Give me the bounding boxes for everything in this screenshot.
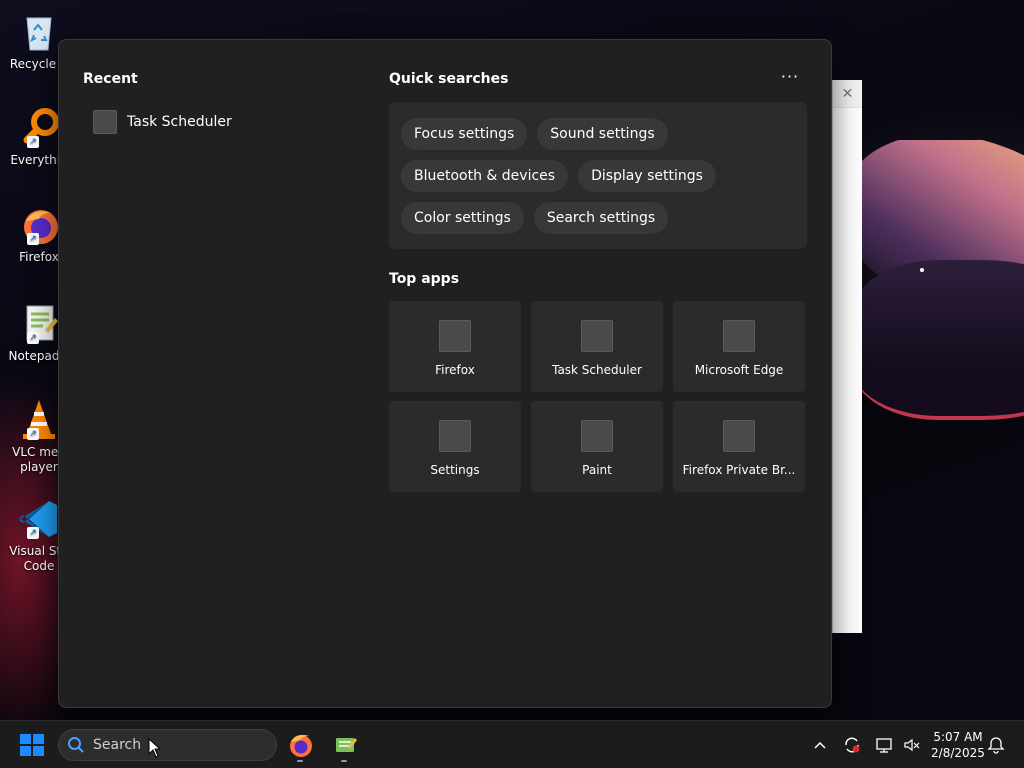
volume-tray-button[interactable] [898,729,926,761]
firefox-private-icon [723,420,755,452]
windows-logo-icon [20,734,44,756]
top-app-paint[interactable]: Paint [531,401,663,492]
shortcut-arrow-icon: ↗ [27,136,39,148]
wave-dot [920,268,924,272]
paint-icon [581,420,613,452]
notifications-button[interactable] [982,729,1010,761]
background-window-close-button[interactable]: ✕ [833,80,862,108]
more-options-button[interactable]: ··· [777,68,803,88]
recent-item-task-scheduler[interactable]: Task Scheduler [93,108,333,136]
running-indicator [297,760,303,762]
task-scheduler-icon [93,110,117,134]
bell-icon [987,737,1005,754]
sync-icon [845,737,860,753]
running-indicator [341,760,347,762]
quick-searches-panel: Focus settings Sound settings Bluetooth … [389,102,807,249]
quick-search-row: Focus settings Sound settings [401,118,795,150]
top-app-microsoft-edge[interactable]: Microsoft Edge [673,301,805,392]
wallpaper-wave [862,140,1024,440]
top-app-settings[interactable]: Settings [389,401,521,492]
quick-search-search-settings[interactable]: Search settings [533,202,669,234]
edge-icon [723,320,755,352]
taskbar: 5:07 AM 2/8/2025 [0,720,1024,768]
clock-time: 5:07 AM [933,730,983,744]
top-app-label: Firefox [435,363,475,377]
quick-search-focus-settings[interactable]: Focus settings [401,118,528,150]
notepad-plus-plus-icon: ↗ [17,302,61,346]
quick-search-bluetooth-devices[interactable]: Bluetooth & devices [401,160,569,192]
quick-searches-heading: Quick searches [389,71,509,87]
network-tray-button[interactable] [870,729,898,761]
shortcut-arrow-icon: ↗ [27,428,39,440]
top-apps-grid: Firefox Task Scheduler Microsoft Edge Se… [389,301,809,492]
quick-search-color-settings[interactable]: Color settings [401,202,524,234]
quick-search-row: Color settings Search settings [401,202,795,234]
firefox-icon [290,734,312,757]
shortcut-arrow-icon: ↗ [27,332,39,344]
quick-search-display-settings[interactable]: Display settings [578,160,716,192]
top-app-label: Microsoft Edge [694,363,784,377]
start-menu: Recent Task Scheduler Quick searches ···… [58,39,832,708]
recent-heading: Recent [83,71,138,87]
top-app-label: Paint [582,463,612,477]
recent-item-label: Task Scheduler [127,114,232,130]
top-app-label: Firefox Private Br... [682,463,796,477]
taskbar-app-firefox[interactable] [285,729,317,762]
background-window[interactable]: ✕ [832,80,862,633]
start-button[interactable] [16,731,48,759]
shortcut-arrow-icon: ↗ [27,527,39,539]
network-display-icon [876,738,892,753]
firefox-icon [439,320,471,352]
top-app-firefox-private-browsing[interactable]: Firefox Private Br... [673,401,805,492]
top-apps-heading: Top apps [389,271,460,287]
quick-search-row: Bluetooth & devices Display settings [401,160,795,192]
search-icon [68,737,84,753]
top-app-task-scheduler[interactable]: Task Scheduler [531,301,663,392]
notepad-plus-plus-icon [336,738,357,752]
clock-date: 2/8/2025 [931,746,985,760]
show-hidden-icons-button[interactable] [806,729,834,761]
taskbar-clock[interactable]: 5:07 AM 2/8/2025 [926,729,990,761]
volume-muted-icon [904,738,920,752]
update-tray-button[interactable] [838,729,866,761]
top-app-label: Task Scheduler [552,363,642,377]
top-app-firefox[interactable]: Firefox [389,301,521,392]
settings-icon [439,420,471,452]
search-input[interactable] [93,737,243,753]
task-scheduler-icon [581,320,613,352]
top-app-label: Settings [430,463,480,477]
system-tray [806,721,926,768]
taskbar-search-box[interactable] [58,729,277,761]
vlc-cone-icon: ↗ [17,398,61,442]
recycle-bin-icon [17,10,61,54]
shortcut-arrow-icon: ↗ [27,233,39,245]
quick-search-sound-settings[interactable]: Sound settings [537,118,668,150]
chevron-up-icon [814,741,826,749]
desktop-icons: Recycle B ↗ Everythin ↗ Firefox ↗ Notepa… [0,0,70,720]
magnifier-icon: ↗ [17,106,61,150]
firefox-icon: ↗ [17,203,61,247]
vscode-icon: ↗ [17,497,61,541]
wave-shadow [862,260,1024,420]
taskbar-app-notepadpp[interactable] [329,729,361,762]
